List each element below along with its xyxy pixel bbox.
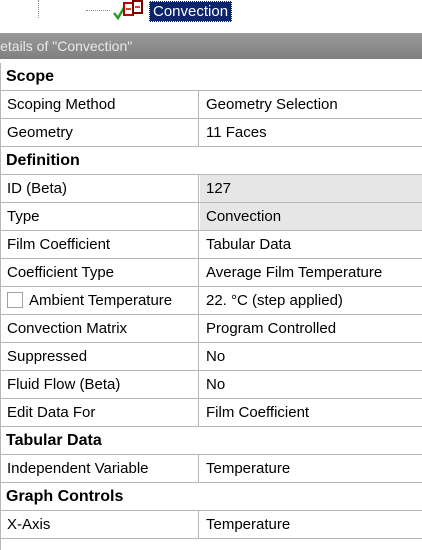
property-value: Convection: [200, 203, 422, 230]
property-name-text: Ambient Temperature: [29, 292, 173, 309]
property-value[interactable]: 22. °C (step applied): [200, 287, 422, 314]
parameter-checkbox[interactable]: [7, 292, 23, 308]
section-header-tabular-data[interactable]: Tabular Data: [0, 427, 422, 455]
details-grid: Scope Scoping Method Geometry Selection Geo…: [0, 63, 422, 539]
property-name-text: Coefficient Type: [7, 264, 115, 281]
property-name-text: Convection Matrix: [7, 320, 128, 337]
details-panel-title: Details of "Convection": [0, 33, 422, 59]
property-value[interactable]: Temperature: [200, 455, 422, 482]
section-header-definition[interactable]: Definition: [0, 147, 422, 175]
property-row-fluid-flow-beta[interactable]: Fluid Flow (Beta) No: [0, 371, 422, 399]
convection-icon[interactable]: [112, 0, 148, 22]
property-name-text: Film Coefficient: [7, 236, 111, 253]
section-title: Tabular Data: [6, 432, 102, 449]
property-value[interactable]: 11 Faces: [200, 119, 422, 146]
section-title: Definition: [6, 152, 80, 169]
property-name: X-Axis: [0, 511, 199, 538]
property-name-text: Type: [7, 208, 40, 225]
tree-connector-line: [38, 0, 39, 18]
section-header-graph-controls[interactable]: Graph Controls: [0, 483, 422, 511]
property-row-geometry[interactable]: Geometry 11 Faces: [0, 119, 422, 147]
property-name-text: X-Axis: [7, 516, 51, 533]
property-row-film-coefficient[interactable]: Film Coefficient Tabular Data: [0, 231, 422, 259]
property-row-suppressed[interactable]: Suppressed No: [0, 343, 422, 371]
property-name: ID (Beta): [0, 175, 199, 202]
property-row-type[interactable]: Type Convection: [0, 203, 422, 231]
property-name-text: Scoping Method: [7, 96, 116, 113]
property-name: Convection Matrix: [0, 315, 199, 342]
property-row-scoping-method[interactable]: Scoping Method Geometry Selection: [0, 91, 422, 119]
tree-item-convection[interactable]: Convection: [149, 1, 233, 22]
property-name: Film Coefficient: [0, 231, 199, 258]
property-value[interactable]: Program Controlled: [200, 315, 422, 342]
property-name: Suppressed: [0, 343, 199, 370]
property-name: Independent Variable: [0, 455, 199, 482]
property-value[interactable]: No: [200, 343, 422, 370]
property-row-ambient-temperature[interactable]: Ambient Temperature 22. °C (step applied): [0, 287, 422, 315]
property-value[interactable]: No: [200, 371, 422, 398]
property-name: Fluid Flow (Beta): [0, 371, 199, 398]
section-title: Graph Controls: [6, 488, 124, 505]
property-name: Edit Data For: [0, 399, 199, 426]
property-name: Scoping Method: [0, 91, 199, 118]
property-name-text: Independent Variable: [7, 460, 149, 477]
property-name: Geometry: [0, 119, 199, 146]
property-value[interactable]: Film Coefficient: [200, 399, 422, 426]
property-name: Type: [0, 203, 199, 230]
property-value: 127: [200, 175, 422, 202]
property-row-edit-data-for[interactable]: Edit Data For Film Coefficient: [0, 399, 422, 427]
outline-tree: Convection: [0, 0, 422, 29]
property-row-independent-variable[interactable]: Independent Variable Temperature: [0, 455, 422, 483]
property-row-convection-matrix[interactable]: Convection Matrix Program Controlled: [0, 315, 422, 343]
property-row-x-axis[interactable]: X-Axis Temperature: [0, 511, 422, 539]
property-name: Coefficient Type: [0, 259, 199, 286]
property-value[interactable]: Geometry Selection: [200, 91, 422, 118]
property-name-text: ID (Beta): [7, 180, 68, 197]
property-value[interactable]: Temperature: [200, 511, 422, 538]
tree-branch-line: [86, 10, 110, 11]
property-value[interactable]: Average Film Temperature: [200, 259, 422, 286]
property-name-text: Suppressed: [7, 348, 88, 365]
section-title: Scope: [6, 68, 55, 85]
property-row-coefficient-type[interactable]: Coefficient Type Average Film Temperature: [0, 259, 422, 287]
property-row-id-beta[interactable]: ID (Beta) 127: [0, 175, 422, 203]
property-name-text: Edit Data For: [7, 404, 96, 421]
property-value[interactable]: Tabular Data: [200, 231, 422, 258]
section-header-scope[interactable]: Scope: [0, 63, 422, 91]
property-name: Ambient Temperature: [0, 287, 199, 314]
property-name-text: Fluid Flow (Beta): [7, 376, 121, 393]
grid-left-border: [0, 63, 1, 550]
property-name-text: Geometry: [7, 124, 73, 141]
